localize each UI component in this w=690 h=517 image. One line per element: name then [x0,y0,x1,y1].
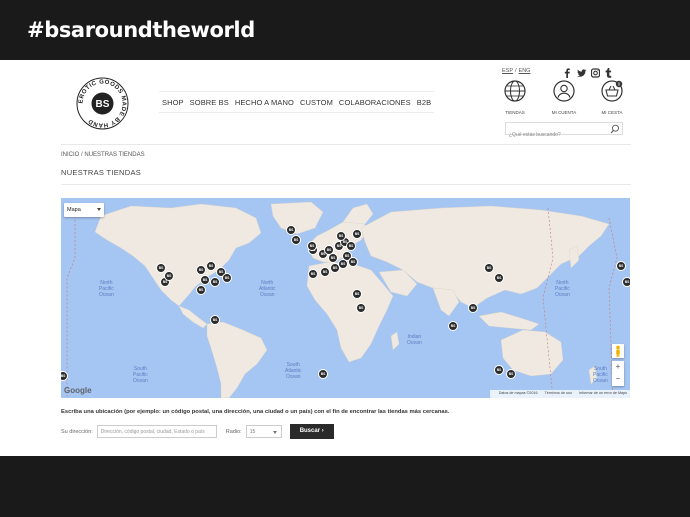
store-search-hint: Escriba una ubicación (por ejemplo: un c… [61,409,450,415]
breadcrumb-current: NUESTRAS TIENDAS [84,152,145,158]
store-pin[interactable]: BS [506,369,516,379]
bs-logo[interactable]: EROTIC GOODS MADE BY HAND BS [76,77,129,130]
store-search-form: Su dirección: Radio: 15 Buscar › [61,424,334,439]
zoom-control: + − [612,361,624,386]
store-pin[interactable]: BS [328,253,338,263]
store-pin[interactable]: BS [348,257,358,267]
search-icon[interactable] [610,124,620,134]
nav-custom[interactable]: CUSTOM [300,98,333,107]
store-pin[interactable]: BS [352,229,362,239]
street-view-pegman[interactable] [612,344,624,358]
mi-cesta-link[interactable]: 0 MI CESTA [597,80,627,115]
breadcrumb: INICIO / NUESTRAS TIENDAS [61,152,145,158]
banner-title: #bsaroundtheworld [27,18,255,42]
store-pin[interactable]: BS [494,365,504,375]
main-nav: SHOP SOBRE BS HECHO A MANO CUSTOM COLABO… [159,91,435,113]
store-pin[interactable]: BS [356,303,366,313]
store-map[interactable]: Mapa North Pacific Ocean North Atlantic Ocea… [61,198,630,398]
logo-text: BS [96,99,110,110]
facebook-icon[interactable] [563,65,572,78]
nav-colaboraciones[interactable]: COLABORACIONES [339,98,411,107]
radius-label: Radio: [225,428,242,435]
site-search [505,122,623,141]
social-links [563,65,614,78]
store-pin[interactable]: BS [494,273,504,283]
language-switch: ESP / ENG [502,68,530,74]
store-pin[interactable]: BS [616,261,626,271]
mi-cuenta-link[interactable]: MI CUENTA [549,80,579,115]
store-pin[interactable]: BS [468,303,478,313]
store-locator-page: EROTIC GOODS MADE BY HAND BS SHOP SOBRE … [0,60,690,456]
store-pin[interactable]: BS [291,235,301,245]
user-icon [553,80,575,102]
radius-select[interactable]: 15 [245,425,282,438]
instagram-icon[interactable] [590,65,601,78]
store-pin[interactable]: BS [308,269,318,279]
store-pin[interactable]: BS [206,261,216,271]
mi-cuenta-label: MI CUENTA [551,110,577,115]
search-input[interactable] [506,129,606,141]
lang-esp[interactable]: ESP [502,68,513,74]
store-pin[interactable]: BS [307,241,317,251]
tumblr-icon[interactable] [605,65,614,78]
nav-shop[interactable]: SHOP [162,98,184,107]
map-attribution: Datos de mapas ©2016 Términos de uso Inf… [489,390,630,398]
store-pin[interactable]: BS [336,231,346,241]
radius-value: 15 [249,429,256,435]
breadcrumb-separator: / [81,152,83,158]
title-divider [61,184,631,185]
tiendas-label: TIENDAS [505,110,525,115]
address-label: Su dirección: [61,428,93,435]
tiendas-link[interactable]: TIENDAS [500,80,530,115]
store-pin[interactable]: BS [318,369,328,379]
search-stores-button[interactable]: Buscar › [289,424,334,439]
mi-cesta-label: MI CESTA [601,110,623,115]
report-error-link[interactable]: Informar de un error de Maps [579,391,627,395]
store-pin[interactable]: BS [196,285,206,295]
zoom-in-button[interactable]: + [612,361,624,373]
slide-banner: #bsaroundtheworld [0,0,690,60]
store-pin[interactable]: BS [320,267,330,277]
lang-separator: / [515,68,517,74]
ocean-label-north-pacific: North Pacific Ocean [99,280,114,298]
nav-sobre-bs[interactable]: SOBRE BS [190,98,229,107]
store-pin[interactable]: BS [164,271,174,281]
nav-hecho-a-mano[interactable]: HECHO A MANO [235,98,294,107]
lang-eng[interactable]: ENG [519,68,531,74]
map-data-credit: Datos de mapas ©2016 [498,391,538,395]
nav-b2b[interactable]: B2B [417,98,431,107]
store-pin[interactable]: BS [346,241,356,251]
chevron-down-icon [97,208,101,211]
store-pin[interactable]: BS [338,259,348,269]
header-divider [61,144,631,145]
twitter-icon[interactable] [577,65,587,77]
ocean-label-indian: Indian Ocean [407,334,422,346]
ocean-label-south-pacific-right: South Pacific Ocean [593,366,608,384]
ocean-label-north-pacific-right: North Pacific Ocean [555,280,570,298]
map-type-select[interactable]: Mapa [64,203,104,217]
ocean-label-south-pacific: South Pacific Ocean [133,366,148,384]
terms-link[interactable]: Términos de uso [545,391,572,395]
store-pin[interactable]: BS [196,265,206,275]
map-type-value: Mapa [67,207,81,213]
google-logo: Google [64,386,92,395]
globe-icon [504,80,526,102]
store-pin[interactable]: BS [210,277,220,287]
ocean-label-north-atlantic: North Atlantic Ocean [259,280,276,298]
zoom-out-button[interactable]: − [612,373,624,385]
store-pin[interactable]: BS [286,225,296,235]
address-input[interactable] [96,425,217,438]
basket-icon: 0 [601,80,623,102]
store-pin[interactable]: BS [222,273,232,283]
chevron-down-icon [272,431,277,434]
store-pin[interactable]: BS [484,263,494,273]
store-pin[interactable]: BS [210,315,220,325]
store-pin[interactable]: BS [352,289,362,299]
store-pin[interactable]: BS [200,275,210,285]
store-pin[interactable]: BS [622,277,630,287]
ocean-label-south-atlantic: South Atlantic Ocean [285,362,302,380]
page-title: NUESTRAS TIENDAS [61,168,142,177]
breadcrumb-home[interactable]: INICIO [61,152,79,158]
store-pin[interactable]: BS [448,321,458,331]
